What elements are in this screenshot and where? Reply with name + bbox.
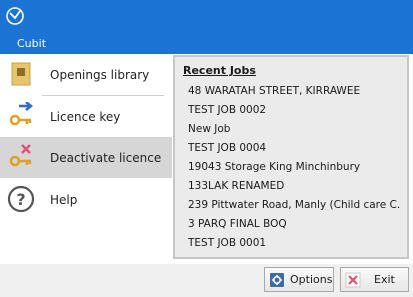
recent-jobs-panel: Recent Jobs 48 WARATAH STREET, KIRRAWEE …	[173, 55, 409, 259]
nav-label-licence-key: Licence key	[50, 109, 121, 124]
options-button-label: Options	[290, 273, 333, 286]
recent-job-item[interactable]: New Job	[188, 123, 400, 135]
exit-button-label: Exit	[374, 273, 395, 286]
cubit-logo-icon	[6, 7, 24, 25]
title-bar	[0, 0, 413, 33]
options-icon	[270, 273, 284, 287]
recent-job-item[interactable]: TEST JOB 0001	[188, 237, 400, 249]
menu-tab-cubit[interactable]: Cubit	[17, 37, 46, 50]
recent-job-item[interactable]: 239 Pittwater Road, Manly (Child care C.…	[188, 199, 400, 211]
recent-job-item[interactable]: 19043 Storage King Minchinbury	[188, 161, 400, 173]
help-icon: ?	[7, 185, 35, 213]
nav-label-deactivate-licence: Deactivate licence	[50, 150, 162, 165]
nav-item-openings-library[interactable]: Openings library	[0, 54, 172, 95]
menu-bar: Cubit	[0, 33, 413, 54]
bottom-bar: Options Exit	[0, 264, 413, 297]
recent-job-item[interactable]: 48 WARATAH STREET, KIRRAWEE	[188, 85, 400, 97]
nav-item-help[interactable]: ? Help	[0, 179, 172, 220]
key-cross-icon	[9, 144, 32, 167]
recent-job-item[interactable]: TEST JOB 0004	[188, 142, 400, 154]
left-nav: Openings library Licence key Deactivate …	[0, 54, 172, 264]
exit-button[interactable]: Exit	[340, 267, 409, 292]
nav-label-help: Help	[50, 192, 78, 207]
nav-item-licence-key[interactable]: Licence key	[0, 96, 172, 137]
openings-library-icon	[11, 62, 31, 86]
recent-jobs-title: Recent Jobs	[183, 64, 256, 77]
nav-item-deactivate-licence[interactable]: Deactivate licence	[0, 137, 172, 178]
exit-icon	[345, 272, 361, 288]
recent-job-item[interactable]: 133LAK RENAMED	[188, 180, 400, 192]
options-button[interactable]: Options	[264, 267, 334, 292]
svg-text:?: ?	[16, 190, 25, 209]
recent-job-item[interactable]: TEST JOB 0002	[188, 104, 400, 116]
nav-label-openings-library: Openings library	[50, 67, 150, 82]
recent-job-item[interactable]: 3 PARQ FINAL BOQ	[188, 218, 400, 230]
key-arrow-icon	[9, 102, 34, 126]
